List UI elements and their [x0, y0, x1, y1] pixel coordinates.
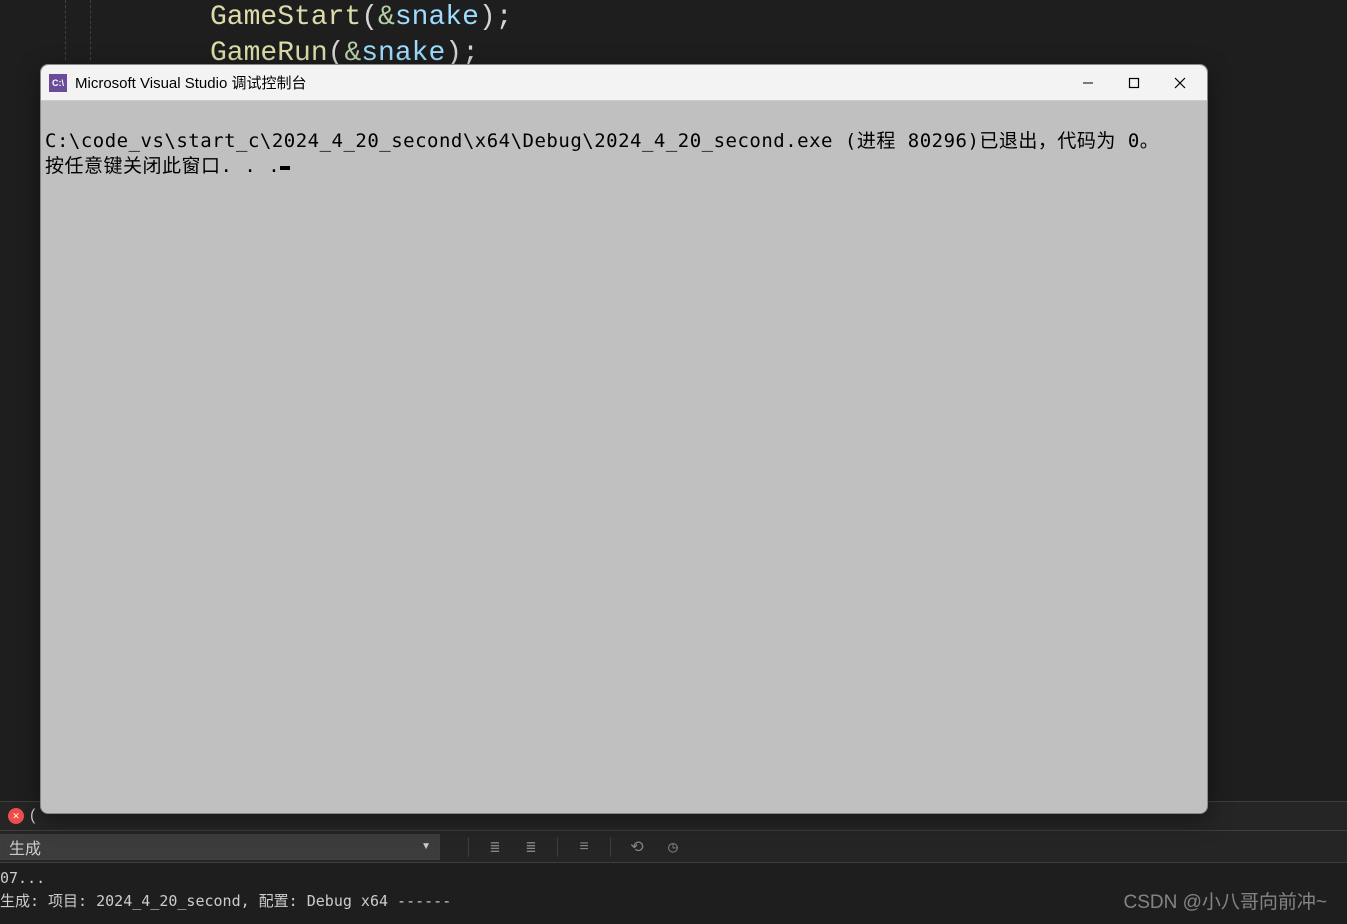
parameter: snake — [395, 2, 479, 33]
console-line: C:\code_vs\start_c\2024_4_20_second\x64\… — [45, 129, 1203, 154]
word-wrap-icon[interactable]: ≡ — [574, 838, 594, 856]
app-icon: C:\ — [49, 74, 67, 92]
indent-left-icon[interactable]: ≣ — [485, 837, 505, 857]
minimize-icon — [1082, 77, 1094, 89]
history-icon[interactable]: ◷ — [663, 837, 683, 857]
watermark: CSDN @小八哥向前冲~ — [1124, 887, 1328, 914]
clear-icon[interactable]: ⟲ — [627, 837, 647, 857]
debug-console-window: C:\ Microsoft Visual Studio 调试控制台 C:\cod… — [40, 64, 1208, 814]
code-line: GameStart(&snake); — [210, 0, 513, 36]
window-controls — [1065, 67, 1203, 99]
console-line: 按任意键关闭此窗口. . . — [45, 154, 1203, 179]
separator — [468, 837, 469, 857]
cursor — [280, 166, 290, 170]
chevron-down-icon: ▼ — [421, 841, 431, 852]
separator — [557, 837, 558, 857]
output-source-dropdown[interactable]: 生成 ▼ — [0, 834, 440, 860]
error-icon[interactable]: ✕ — [8, 808, 24, 824]
window-titlebar[interactable]: C:\ Microsoft Visual Studio 调试控制台 — [41, 65, 1207, 101]
console-output[interactable]: C:\code_vs\start_c\2024_4_20_second\x64\… — [41, 101, 1207, 813]
close-button[interactable] — [1157, 67, 1203, 99]
close-icon — [1174, 77, 1186, 89]
function-name: GameStart — [210, 2, 361, 33]
separator — [610, 837, 611, 857]
window-title: Microsoft Visual Studio 调试控制台 — [75, 72, 1065, 93]
error-count-text: ( — [30, 807, 35, 825]
output-toolbar: 生成 ▼ ≣ ≣ ≡ ⟲ ◷ — [0, 831, 1347, 863]
dropdown-label: 生成 — [9, 835, 41, 859]
maximize-button[interactable] — [1111, 67, 1157, 99]
maximize-icon — [1128, 77, 1140, 89]
minimize-button[interactable] — [1065, 67, 1111, 99]
indent-right-icon[interactable]: ≣ — [521, 837, 541, 857]
code-area[interactable]: GameStart(&snake); GameRun(&snake); — [60, 0, 513, 73]
output-toolbar-icons: ≣ ≣ ≡ ⟲ ◷ — [468, 837, 683, 857]
